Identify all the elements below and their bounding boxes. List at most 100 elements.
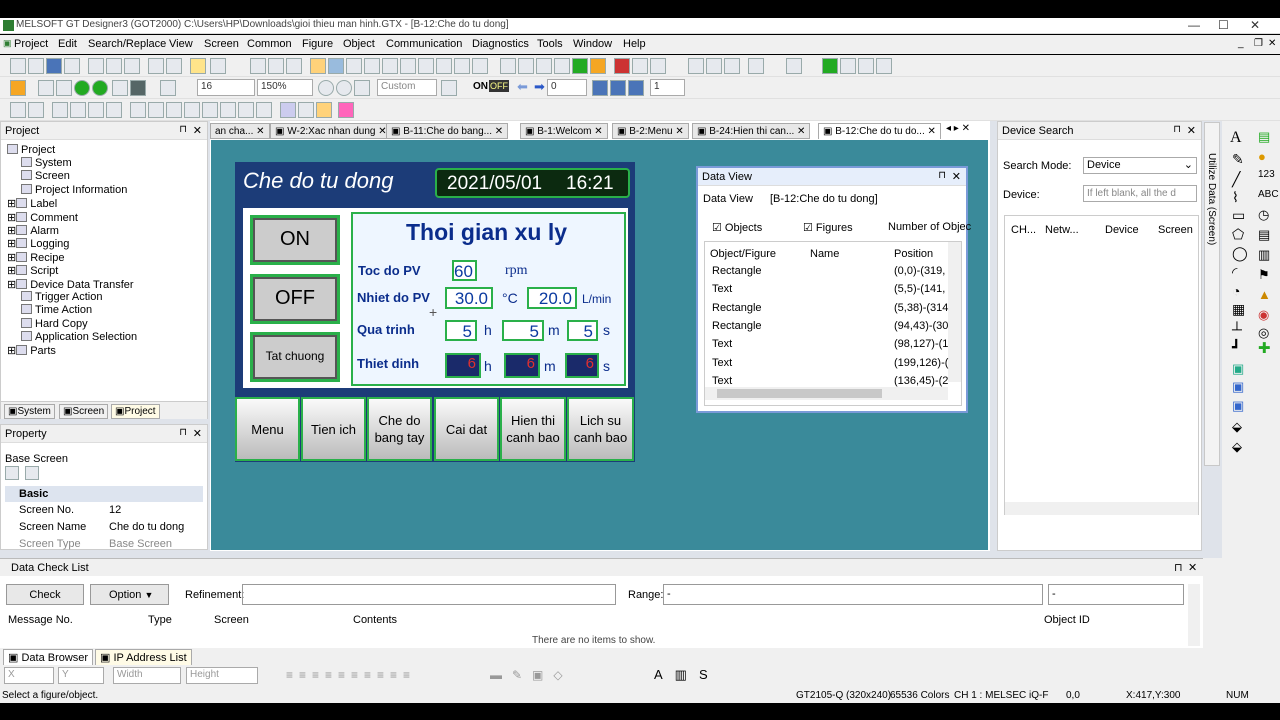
object-tool-icon-7[interactable] <box>418 58 434 74</box>
rotate-icon-2[interactable] <box>148 102 164 118</box>
display-tool-icon-2[interactable] <box>632 58 648 74</box>
figures-checkbox[interactable]: ☑ Figures <box>803 221 853 234</box>
text-tool-icon[interactable]: A <box>1230 129 1242 147</box>
forward-icon[interactable] <box>92 80 108 96</box>
slider-tool-icon[interactable]: ◉ <box>1258 307 1269 323</box>
zoom-in-icon[interactable] <box>318 80 334 96</box>
find-icon[interactable] <box>160 80 176 96</box>
close-icon[interactable]: ✕ <box>193 124 202 137</box>
mdi-close-icon[interactable]: ✕ <box>1268 38 1276 49</box>
arrow-right-icon[interactable]: ➡ <box>534 79 545 95</box>
mdi-minimize-icon[interactable]: _ <box>1238 38 1244 49</box>
range-end-input[interactable]: - <box>1048 584 1184 605</box>
tree-item-device-data-transfer[interactable]: ⊞ Device Data Transfer <box>7 278 134 291</box>
dev-icon[interactable] <box>592 80 608 96</box>
x-input[interactable]: X <box>4 667 54 684</box>
flow-value[interactable]: 20.0 <box>527 287 577 309</box>
zoom-select[interactable]: 150% <box>257 79 313 96</box>
table-cell-position[interactable]: (0,0)-(319, <box>894 265 945 277</box>
doc-icon[interactable]: ▣ <box>3 38 12 49</box>
paste-icon[interactable] <box>124 58 140 74</box>
layout-tool-icon-2[interactable] <box>518 58 534 74</box>
tree-item-hard-copy[interactable]: Hard Copy <box>21 318 88 330</box>
copy-icon[interactable] <box>106 58 122 74</box>
tab-b11[interactable]: ▣ B-11:Che do bang... ✕ <box>386 123 509 139</box>
pin-icon[interactable]: ⊓ <box>1173 124 1181 135</box>
polygon-tool-icon[interactable]: ⬠ <box>1232 226 1244 243</box>
nav-che-do-bang-tay-button[interactable]: Che do bang tay <box>367 397 432 461</box>
tab-w2[interactable]: ▣ W-2:Xac nhan dung ✕ <box>270 123 392 139</box>
table-row[interactable]: Rectangle <box>712 265 762 277</box>
tree-item-project[interactable]: Project <box>7 144 55 156</box>
thiet-dinh-m[interactable]: 6 <box>504 353 540 378</box>
nav-lich-su-canh-bao-button[interactable]: Lich su canh bao <box>567 397 634 461</box>
nav-cai-dat-button[interactable]: Cai dat <box>434 397 499 461</box>
tree-item-comment[interactable]: ⊞ Comment <box>7 211 78 224</box>
object-tool-icon-6[interactable] <box>400 58 416 74</box>
object-tool-icon[interactable] <box>310 58 326 74</box>
prop-value[interactable]: Che do tu dong <box>109 521 184 533</box>
simulator-icon-2[interactable] <box>840 58 856 74</box>
object-tool-icon-5[interactable] <box>382 58 398 74</box>
screen-tool-icon-3[interactable] <box>286 58 302 74</box>
rotate-icon[interactable] <box>130 102 146 118</box>
menu-edit[interactable]: Edit <box>58 38 77 50</box>
table-cell-position[interactable]: (94,43)-(30 <box>894 320 948 332</box>
save-icon[interactable] <box>46 58 62 74</box>
back-icon[interactable] <box>74 80 90 96</box>
image-tool-icon[interactable]: ▣ <box>1232 361 1244 377</box>
highlight-icon[interactable] <box>316 102 332 118</box>
clock-tool-icon[interactable]: ◷ <box>1258 207 1269 223</box>
tab-b24[interactable]: ▣ B-24:Hien thi can... ✕ <box>692 123 811 139</box>
simulator-icon-3[interactable] <box>858 58 874 74</box>
nav-hien-thi-canh-bao-button[interactable]: Hien thi canh bao <box>500 397 566 461</box>
table-row[interactable]: Text <box>712 338 732 350</box>
nav-menu-button[interactable]: Menu <box>235 397 300 461</box>
menu-common[interactable]: Common <box>247 38 292 50</box>
select-pointer-icon[interactable] <box>190 58 206 74</box>
objects-checkbox[interactable]: ☑ Objects <box>712 221 762 234</box>
tree-item-script[interactable]: ⊞ Script <box>7 264 58 277</box>
pointer-icon-2[interactable] <box>298 102 314 118</box>
screen-list-icon[interactable] <box>38 80 54 96</box>
tree-item-alarm[interactable]: ⊞ Alarm <box>7 224 59 237</box>
close-icon[interactable]: ✕ <box>193 427 202 440</box>
vertical-scrollbar[interactable] <box>1188 584 1200 646</box>
close-icon[interactable]: ✕ <box>1187 124 1196 137</box>
layer-select[interactable]: 1 <box>650 79 685 96</box>
alarm-tool-icon[interactable]: ⚑ <box>1258 267 1270 283</box>
text-style-icon[interactable]: A▥S <box>654 667 720 683</box>
off-state-label[interactable]: OFF <box>489 80 509 92</box>
paint-tool-icon[interactable]: ⬙ <box>1232 419 1242 435</box>
lamp-tool-icon[interactable]: ● <box>1258 149 1266 164</box>
qua-trinh-m[interactable]: 5 <box>502 320 544 341</box>
dev-icon-2[interactable] <box>610 80 626 96</box>
col-message-no[interactable]: Message No. <box>8 614 73 626</box>
polyline-tool-icon[interactable]: ⌇ <box>1232 189 1239 206</box>
vertical-scrollbar[interactable] <box>948 242 961 382</box>
table-cell-position[interactable]: (5,5)-(141, <box>894 283 945 295</box>
menu-screen[interactable]: Screen <box>204 38 239 50</box>
tab-system[interactable]: ▣System <box>4 404 55 419</box>
nav-tien-ich-button[interactable]: Tien ich <box>301 397 366 461</box>
scroll-thumb[interactable] <box>717 389 882 398</box>
tab-an-cha[interactable]: an cha... ✕ <box>210 123 270 139</box>
simulator-icon[interactable] <box>822 58 838 74</box>
flip-icon-2[interactable] <box>184 102 200 118</box>
table-tool-icon[interactable]: ▦ <box>1232 301 1245 318</box>
maximize-button[interactable]: ☐ <box>1218 18 1229 32</box>
order-icon[interactable] <box>52 102 68 118</box>
utilize-data-tab[interactable]: Utilize Data (Screen) <box>1204 122 1220 466</box>
flip-icon-3[interactable] <box>202 102 218 118</box>
line-tool-icon[interactable]: ╱ <box>1232 171 1240 188</box>
menu-tools[interactable]: Tools <box>537 38 563 50</box>
sort-category-icon[interactable] <box>5 466 19 480</box>
table-row[interactable]: Text <box>712 283 732 295</box>
table-row[interactable]: Rectangle <box>712 302 762 314</box>
pin-icon[interactable]: ⊓ <box>179 124 187 135</box>
custom-select[interactable]: Custom <box>377 79 437 96</box>
pin-icon[interactable]: ⊓ <box>179 427 187 438</box>
image-tool-icon-3[interactable]: ▣ <box>1232 398 1244 414</box>
tree-item-parts[interactable]: ⊞ Parts <box>7 344 56 357</box>
tab-ip-address-list[interactable]: ▣ IP Address List <box>95 649 192 666</box>
